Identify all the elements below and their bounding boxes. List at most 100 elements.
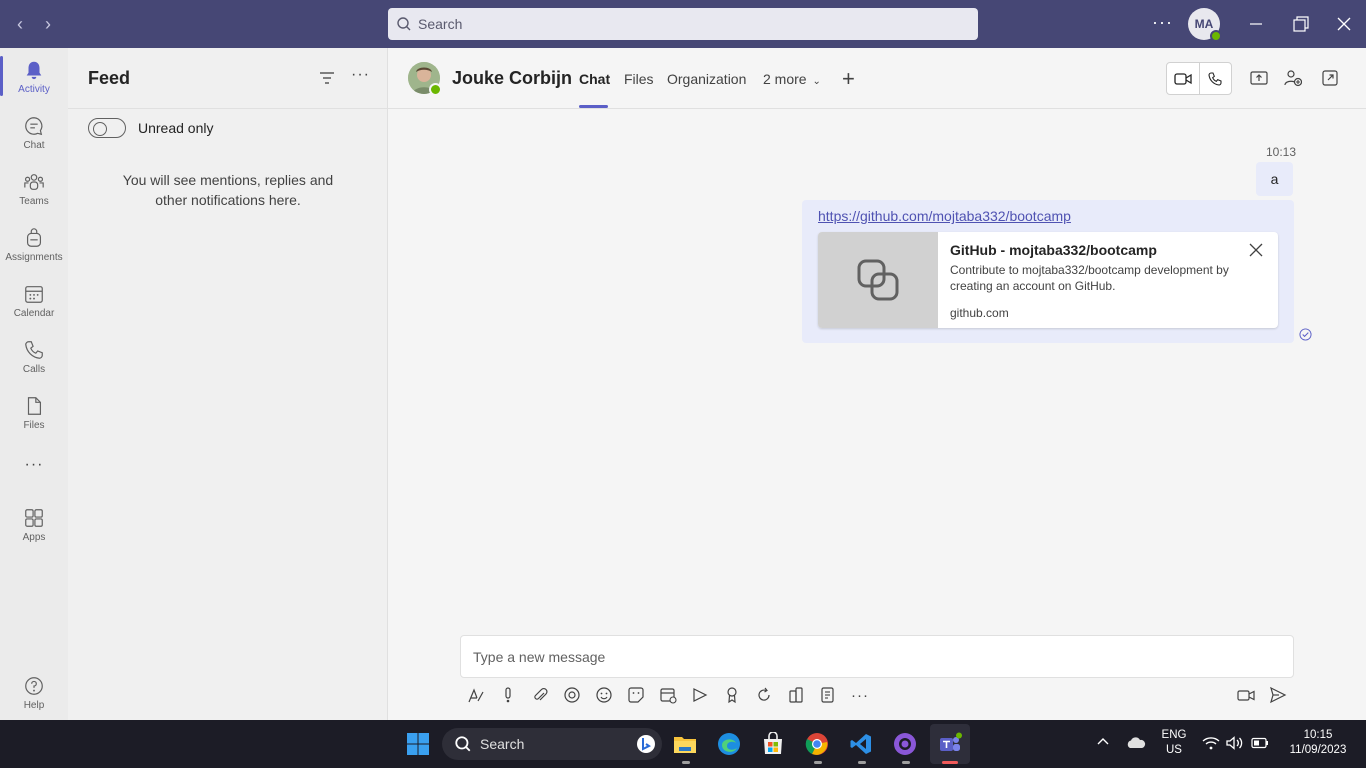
minimize-icon[interactable] xyxy=(1244,12,1268,36)
settings-more-icon[interactable]: ··· xyxy=(1152,12,1173,32)
format-icon[interactable] xyxy=(467,686,485,704)
rail-item-files[interactable]: Files xyxy=(0,386,68,442)
running-indicator xyxy=(682,761,690,764)
rail-item-label: Activity xyxy=(18,84,50,95)
feed-empty-message: You will see mentions, replies and other… xyxy=(122,172,334,208)
loop-component-icon[interactable] xyxy=(563,686,581,704)
running-indicator xyxy=(902,761,910,764)
sticker-icon[interactable] xyxy=(627,686,645,704)
link-icon xyxy=(857,259,899,301)
restore-icon[interactable] xyxy=(1288,12,1312,36)
tab-organization[interactable]: Organization xyxy=(667,71,746,87)
system-clock[interactable]: 10:15 11/09/2023 xyxy=(1280,728,1356,758)
rail-item-activity[interactable]: Activity xyxy=(0,50,68,106)
active-tab-indicator xyxy=(579,105,608,108)
language-indicator[interactable]: ENG US xyxy=(1159,728,1189,758)
message-bubble[interactable]: https://github.com/mojtaba332/bootcamp G… xyxy=(802,200,1294,343)
message-input[interactable] xyxy=(473,646,1273,668)
rail-item-calls[interactable]: Calls xyxy=(0,330,68,386)
feed-more-icon[interactable]: ··· xyxy=(351,66,370,84)
rail-more-apps[interactable]: ··· xyxy=(0,450,68,482)
link-preview-domain: github.com xyxy=(950,306,1009,320)
video-clip-icon[interactable] xyxy=(1237,686,1255,704)
filter-icon[interactable] xyxy=(318,70,336,86)
rail-item-teams[interactable]: Teams xyxy=(0,162,68,218)
pop-out-chat-icon[interactable] xyxy=(1321,69,1339,87)
windows-start-icon[interactable] xyxy=(406,732,430,756)
bell-icon xyxy=(26,61,42,80)
wifi-icon[interactable] xyxy=(1202,736,1220,753)
schedule-meeting-icon[interactable] xyxy=(659,686,677,704)
add-people-icon[interactable] xyxy=(1284,69,1302,87)
app-rail: Activity Chat Teams Assignments Calendar… xyxy=(0,48,68,720)
message-bubble[interactable]: a xyxy=(1256,162,1293,196)
add-tab-icon[interactable]: + xyxy=(842,66,855,92)
forward-arrow-icon[interactable]: › xyxy=(38,14,58,34)
phone-icon xyxy=(25,341,43,359)
feed-panel: Feed ··· Unread only You will see mentio… xyxy=(68,48,388,720)
presence-available-icon xyxy=(429,83,442,96)
volume-icon[interactable] xyxy=(1226,736,1244,753)
close-icon[interactable] xyxy=(1332,12,1356,36)
updates-icon[interactable] xyxy=(787,686,805,704)
chat-header: Jouke Corbijn Chat Files Organization 2 … xyxy=(388,48,1366,109)
unread-only-toggle[interactable] xyxy=(88,118,126,138)
running-indicator xyxy=(858,761,866,764)
link-preview-title: GitHub - mojtaba332/bootcamp xyxy=(950,242,1157,258)
edge-browser-icon[interactable] xyxy=(717,732,741,756)
rail-item-help[interactable]: Help xyxy=(0,666,68,722)
rail-item-label: Calendar xyxy=(13,308,55,319)
compose-box xyxy=(460,635,1294,678)
show-hidden-icons-chevron[interactable] xyxy=(1096,736,1110,749)
microsoft-store-icon[interactable] xyxy=(761,732,785,756)
attach-icon[interactable] xyxy=(531,686,549,704)
emoji-icon[interactable] xyxy=(595,686,613,704)
taskbar-search[interactable]: Search xyxy=(442,728,662,760)
tab-more[interactable]: 2 more ⌄ xyxy=(763,71,821,87)
active-indicator xyxy=(942,761,958,764)
important-icon[interactable] xyxy=(499,686,517,704)
rail-item-apps[interactable]: Apps xyxy=(0,498,68,554)
title-bar: ‹ › Search ··· MA xyxy=(0,0,1366,48)
feed-title: Feed xyxy=(88,68,131,88)
more-options-icon[interactable]: ··· xyxy=(851,686,869,704)
rail-item-assignments[interactable]: Assignments xyxy=(0,218,68,274)
close-icon[interactable] xyxy=(1248,242,1264,258)
tab-chat[interactable]: Chat xyxy=(579,71,610,87)
search-icon xyxy=(455,736,471,752)
rail-item-label: Apps xyxy=(22,532,46,543)
rail-item-chat[interactable]: Chat xyxy=(0,106,68,162)
calendar-icon xyxy=(25,286,43,303)
message-text: a xyxy=(1270,171,1279,187)
tab-files[interactable]: Files xyxy=(624,71,654,87)
file-explorer-icon[interactable] xyxy=(673,732,697,756)
back-arrow-icon[interactable]: ‹ xyxy=(10,14,30,34)
vscode-icon[interactable] xyxy=(849,732,873,756)
praise-icon[interactable] xyxy=(723,686,741,704)
search-input[interactable]: Search xyxy=(388,8,978,40)
notes-icon[interactable] xyxy=(819,686,837,704)
contact-name: Jouke Corbijn xyxy=(452,68,573,88)
chrome-browser-icon[interactable] xyxy=(805,732,829,756)
help-icon xyxy=(25,677,43,695)
message-link[interactable]: https://github.com/mojtaba332/bootcamp xyxy=(818,208,1071,224)
chevron-down-icon: ⌄ xyxy=(812,76,821,87)
profile-avatar[interactable]: MA xyxy=(1188,8,1222,42)
loop-refresh-icon[interactable] xyxy=(755,686,773,704)
rail-item-label: Help xyxy=(23,700,45,711)
audio-call-button[interactable] xyxy=(1198,63,1231,94)
chat-icon xyxy=(25,117,43,136)
battery-icon[interactable] xyxy=(1251,737,1269,752)
send-icon[interactable] xyxy=(1269,686,1287,704)
teams-app-icon[interactable] xyxy=(938,732,962,756)
rail-item-label: Teams xyxy=(19,196,49,207)
windows-taskbar: Search ENG US 10:15 11/09/2023 xyxy=(0,720,1366,768)
github-desktop-icon[interactable] xyxy=(893,732,917,756)
rail-item-label: Files xyxy=(23,420,45,431)
video-call-button[interactable] xyxy=(1167,63,1199,94)
onedrive-icon[interactable] xyxy=(1126,736,1146,753)
rail-item-calendar[interactable]: Calendar xyxy=(0,274,68,330)
link-preview-card[interactable]: GitHub - mojtaba332/bootcamp Contribute … xyxy=(818,232,1278,328)
share-screen-icon[interactable] xyxy=(1250,69,1268,87)
stream-icon[interactable] xyxy=(691,686,709,704)
